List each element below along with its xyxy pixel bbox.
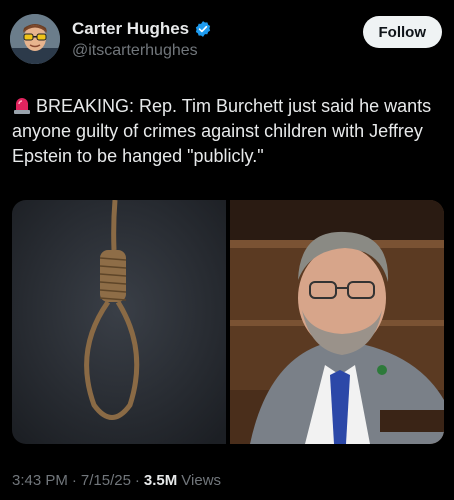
siren-icon: [12, 95, 32, 115]
user-handle[interactable]: @itscarterhughes: [72, 42, 198, 60]
views-count: 3.5M: [143, 472, 178, 489]
media-grid: [12, 200, 444, 444]
views-label: Views: [181, 472, 222, 489]
tweet-text: BREAKING: Rep. Tim Burchett just said he…: [12, 94, 442, 169]
separator: ·: [134, 472, 140, 489]
tweet-date[interactable]: 7/15/25: [81, 472, 131, 489]
follow-button[interactable]: Follow: [362, 16, 442, 48]
noose-photo[interactable]: [12, 200, 226, 444]
tweet-body: BREAKING: Rep. Tim Burchett just said he…: [12, 96, 432, 166]
tweet-header: Carter Hughes @itscarterhughes Follow: [10, 14, 444, 66]
separator: ·: [71, 472, 77, 489]
verified-badge-icon: [194, 20, 212, 38]
avatar[interactable]: [10, 14, 60, 64]
congressman-photo[interactable]: [230, 200, 444, 444]
tweet-time[interactable]: 3:43 PM: [12, 472, 68, 489]
tweet-meta: 3:43 PM · 7/15/25 · 3.5M Views: [12, 472, 221, 489]
display-name[interactable]: Carter Hughes: [72, 19, 189, 39]
name-row: Carter Hughes: [72, 19, 212, 39]
